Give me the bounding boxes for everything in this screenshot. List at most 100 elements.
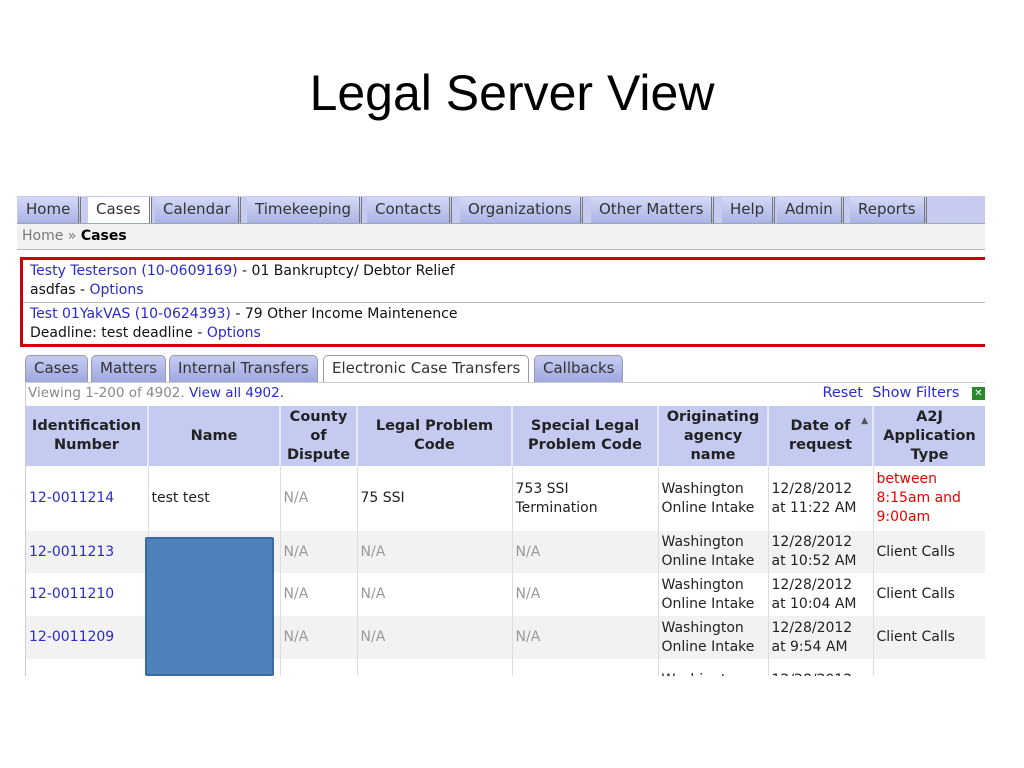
type-cell-text: Client Calls bbox=[876, 586, 955, 602]
column-header[interactable]: County of Dispute bbox=[280, 406, 358, 466]
header-label: County bbox=[289, 408, 348, 425]
id-cell[interactable]: 12-0011214 bbox=[26, 466, 149, 531]
column-header[interactable]: Date of request ▲ bbox=[768, 406, 874, 466]
date-cell: 12/28/2012 at 9:54 AM bbox=[768, 616, 874, 659]
date-cell-text: at 10:04 AM bbox=[771, 595, 857, 612]
id-cell-text[interactable]: 12-0011213 bbox=[29, 544, 114, 560]
case-link[interactable]: Test 01YakVAS (10-0624393) bbox=[30, 306, 231, 322]
type-cell-text: 8:15am and bbox=[876, 490, 961, 506]
county-cell-text: N/A bbox=[283, 490, 309, 506]
column-header[interactable]: A2J Application Type bbox=[873, 406, 985, 466]
name-cell: test test bbox=[148, 466, 281, 531]
header-label: Number bbox=[54, 437, 119, 453]
agency-cell-text: Washington bbox=[661, 576, 744, 593]
case-link[interactable]: Testy Testerson (10-0609169) bbox=[30, 263, 238, 279]
breadcrumb-current: Cases bbox=[80, 228, 127, 244]
legal-problem-cell-text: 75 SSI bbox=[360, 490, 405, 506]
options-link[interactable]: Options bbox=[90, 282, 144, 298]
id-cell[interactable]: 12-0011209 bbox=[26, 616, 149, 659]
view-all-link[interactable]: View all 4902. bbox=[189, 385, 284, 401]
breadcrumb-separator: » bbox=[67, 228, 77, 244]
subtab-callbacks[interactable]: Callbacks bbox=[534, 355, 624, 382]
column-header[interactable]: Name bbox=[148, 406, 281, 466]
nav-tab-other-matters[interactable]: Other Matters bbox=[591, 197, 715, 223]
legal-problem-cell: N/A bbox=[357, 573, 513, 616]
slide-title: Legal Server View bbox=[309, 65, 715, 121]
excel-export-icon[interactable]: ✕ bbox=[972, 386, 985, 400]
date-cell-text: 12/28/2012 bbox=[771, 534, 853, 550]
header-label: Legal Problem bbox=[375, 418, 494, 434]
breadcrumb-home[interactable]: Home bbox=[22, 228, 63, 244]
viewing-text: Viewing 1-200 of 4902. bbox=[28, 385, 185, 401]
id-cell[interactable] bbox=[26, 659, 149, 676]
nav-tab-calendar[interactable]: Calendar bbox=[155, 197, 242, 223]
slpc-cell: 753 SSI Termination bbox=[512, 466, 659, 531]
subtab-matters[interactable]: Matters bbox=[91, 355, 167, 382]
county-cell: N/A bbox=[280, 573, 358, 616]
header-label: Application bbox=[883, 427, 976, 444]
id-cell-text[interactable]: 12-0011209 bbox=[29, 629, 114, 645]
header-label: agency bbox=[683, 427, 743, 444]
date-cell-text: at 9:54 AM bbox=[771, 638, 848, 655]
column-header[interactable]: Originating agency name bbox=[658, 406, 769, 466]
agency-cell-text: Online Intake bbox=[661, 638, 755, 655]
id-cell-text[interactable]: 12-0011210 bbox=[29, 586, 114, 602]
legal-problem-cell-text: N/A bbox=[360, 629, 386, 645]
subtab-cases[interactable]: Cases bbox=[25, 355, 88, 382]
subtab-internal-transfers[interactable]: Internal Transfers bbox=[169, 355, 318, 382]
type-cell: Client Calls bbox=[873, 573, 985, 616]
date-cell: 12/28/2012 bbox=[768, 659, 874, 676]
header-label: Special Legal bbox=[530, 418, 640, 434]
subtab-electronic-case-transfers[interactable]: Electronic Case Transfers bbox=[323, 355, 530, 382]
nav-tab-cases[interactable]: Cases bbox=[88, 197, 152, 223]
reset-link[interactable]: Reset bbox=[822, 385, 863, 401]
header-label: name bbox=[690, 446, 736, 463]
date-cell-text: at 11:22 AM bbox=[771, 499, 857, 516]
header-label: Dispute bbox=[286, 446, 351, 463]
column-header[interactable]: Legal Problem Code bbox=[357, 406, 513, 466]
agency-cell: Washington Online Intake bbox=[658, 466, 769, 531]
slpc-cell bbox=[512, 659, 659, 676]
header-label: Date of bbox=[790, 418, 851, 434]
agency-cell-text: Washington bbox=[662, 672, 744, 676]
nav-tab-home[interactable]: Home bbox=[18, 197, 82, 223]
date-cell: 12/28/2012 at 11:22 AM bbox=[768, 466, 874, 531]
type-cell: Client Calls bbox=[873, 616, 985, 659]
alert-note: Deadline: test deadline - bbox=[30, 325, 207, 341]
nav-tab-contacts[interactable]: Contacts bbox=[367, 197, 453, 223]
nav-tab-reports[interactable]: Reports bbox=[850, 197, 927, 223]
agency-cell: Washington bbox=[658, 659, 769, 676]
type-cell-text: 9:00am bbox=[876, 509, 931, 525]
header-label: Type bbox=[910, 446, 949, 463]
id-cell[interactable]: 12-0011213 bbox=[26, 531, 149, 573]
breadcrumb: Home » Cases bbox=[17, 224, 985, 250]
slpc-cell-text: Termination bbox=[515, 499, 598, 516]
nav-tab-admin[interactable]: Admin bbox=[777, 197, 844, 223]
county-cell-text: N/A bbox=[283, 629, 309, 645]
nav-tab-organizations[interactable]: Organizations bbox=[460, 197, 583, 223]
table-tools: Reset Show Filters ✕ bbox=[822, 385, 985, 401]
legal-problem-cell: 75 SSI bbox=[357, 466, 513, 531]
column-header[interactable]: Special Legal Problem Code bbox=[512, 406, 659, 466]
header-label: Originating bbox=[666, 408, 760, 425]
alert-box: Testy Testerson (10-0609169) - 01 Bankru… bbox=[20, 257, 985, 347]
nav-tab-help[interactable]: Help bbox=[722, 197, 776, 223]
column-header[interactable]: Identification Number bbox=[26, 406, 149, 466]
table-row[interactable]: 12-0011214 test test N/A 75 SSI 753 SSI Termi… bbox=[26, 466, 985, 531]
agency-cell-text: Online Intake bbox=[661, 499, 755, 516]
show-filters-link[interactable]: Show Filters bbox=[872, 385, 959, 401]
legal-problem-cell-text: N/A bbox=[360, 543, 386, 560]
name-cell-text: test test bbox=[151, 490, 210, 506]
options-link[interactable]: Options bbox=[207, 325, 261, 341]
type-cell: Client Calls bbox=[873, 531, 985, 573]
header-label: of bbox=[310, 427, 327, 444]
header-label: Problem Code bbox=[528, 437, 642, 453]
county-cell-text: N/A bbox=[283, 543, 309, 560]
agency-cell: Washington Online Intake bbox=[658, 573, 769, 616]
id-cell-text[interactable]: 12-0011214 bbox=[29, 490, 114, 506]
type-cell: between 8:15am and 9:00am bbox=[873, 466, 985, 531]
nav-tab-timekeeping[interactable]: Timekeeping bbox=[247, 197, 363, 223]
slpc-cell-text: N/A bbox=[515, 543, 541, 560]
id-cell[interactable]: 12-0011210 bbox=[26, 573, 149, 616]
date-cell-text: 12/28/2012 bbox=[772, 672, 853, 676]
